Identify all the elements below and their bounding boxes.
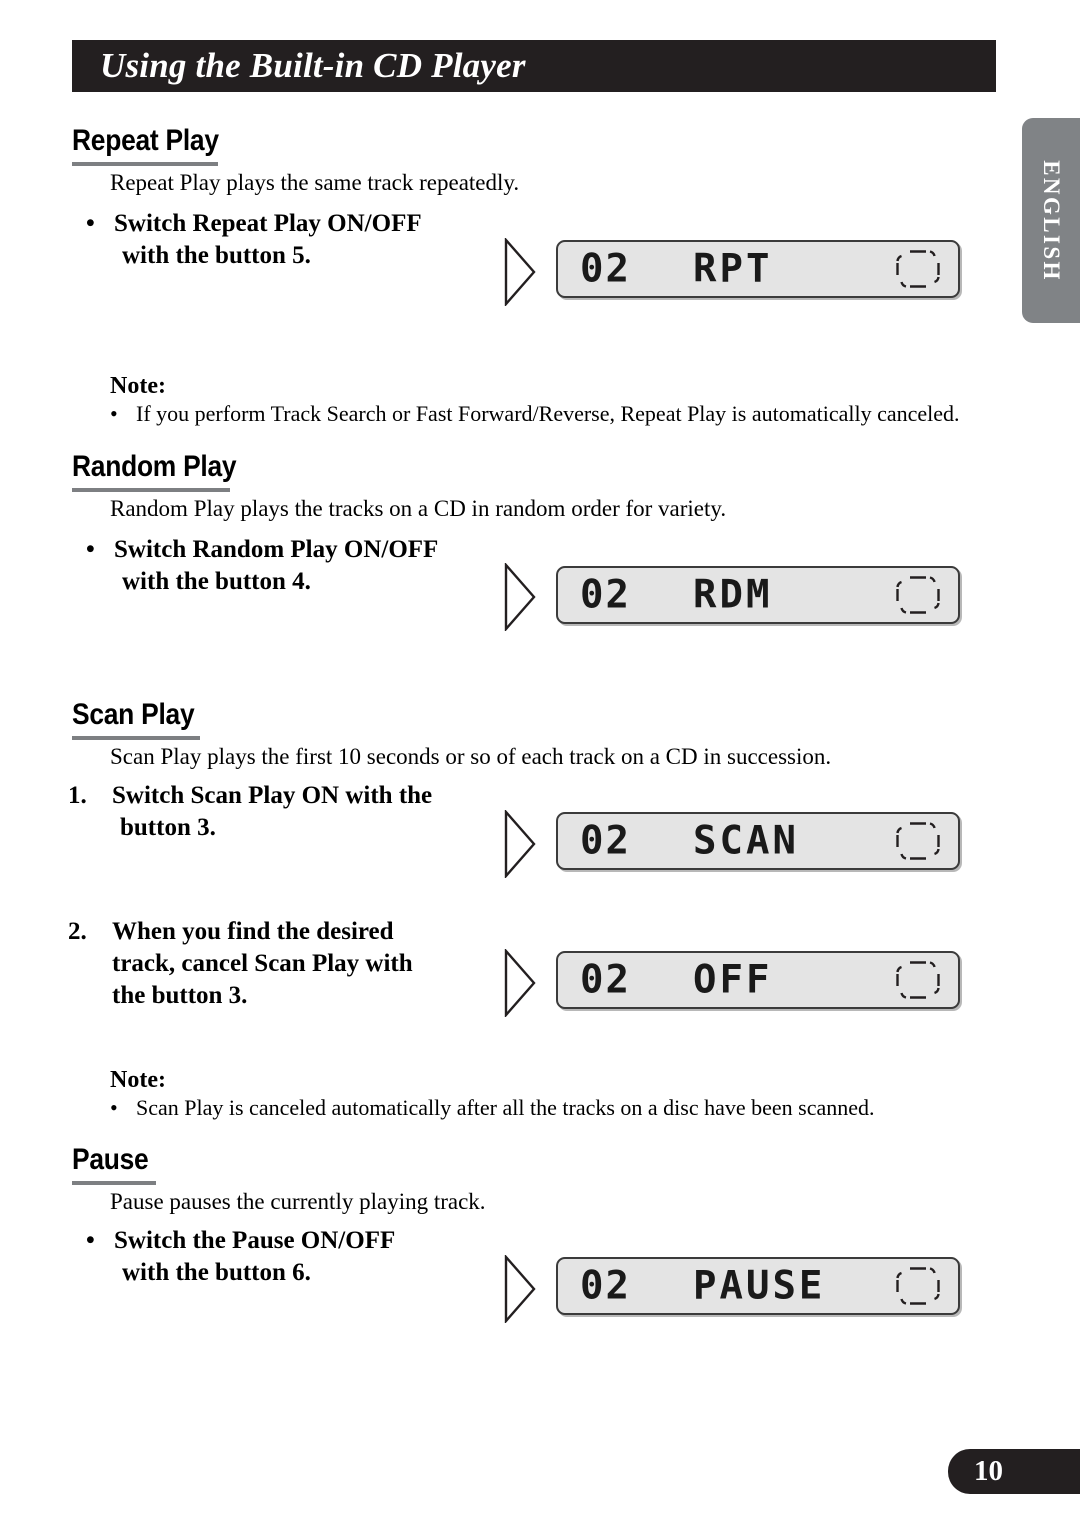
instruction-marker: • bbox=[86, 1227, 95, 1254]
note-item: • If you perform Track Search or Fast Fo… bbox=[110, 400, 960, 428]
page-number: 10 bbox=[974, 1455, 1003, 1487]
lcd-track-number: 02 bbox=[580, 572, 631, 618]
page-number-bar: 10 bbox=[948, 1449, 1080, 1494]
note-bullet-icon: • bbox=[110, 401, 118, 426]
instruction-line: with the button 4. bbox=[122, 568, 311, 595]
note-repeat-play: Note: • If you perform Track Search or F… bbox=[110, 372, 960, 428]
instruction-text: Switch the Pause ON/OFF with the button … bbox=[86, 1225, 506, 1289]
note-text: Scan Play is canceled automatically afte… bbox=[136, 1095, 875, 1120]
instruction-line: Switch Repeat Play ON/OFF bbox=[114, 210, 422, 237]
instruction-text: Switch Scan Play ON with the button 3. bbox=[68, 780, 528, 844]
instruction-marker: • bbox=[86, 210, 95, 237]
note-bullet-icon: • bbox=[110, 1095, 118, 1120]
section-heading: Pause bbox=[72, 1143, 149, 1176]
lcd-track-number: 02 bbox=[580, 818, 631, 864]
section-heading-rule bbox=[72, 736, 200, 740]
instruction-text: Switch Random Play ON/OFF with the butto… bbox=[86, 534, 526, 598]
arrow-icon bbox=[504, 810, 536, 878]
section-heading: Scan Play bbox=[72, 698, 195, 731]
lcd-mode-text: SCAN bbox=[693, 818, 799, 864]
disc-indicator-icon bbox=[896, 1267, 940, 1305]
section-description: Repeat Play plays the same track repeate… bbox=[110, 170, 520, 195]
instruction-random-play: • Switch Random Play ON/OFF with the but… bbox=[86, 534, 526, 598]
lcd-mode-text: OFF bbox=[693, 957, 773, 1003]
section-description: Scan Play plays the first 10 seconds or … bbox=[110, 744, 832, 769]
instruction-marker: 2. bbox=[68, 918, 87, 945]
instruction-text: Switch Repeat Play ON/OFF with the butto… bbox=[86, 208, 506, 272]
instruction-pause: • Switch the Pause ON/OFF with the butto… bbox=[86, 1225, 506, 1289]
lcd-track-number: 02 bbox=[580, 1263, 631, 1309]
instruction-repeat-play: • Switch Repeat Play ON/OFF with the but… bbox=[86, 208, 506, 272]
arrow-icon bbox=[504, 949, 536, 1017]
instruction-line: with the button 6. bbox=[122, 1259, 311, 1286]
section-description: Random Play plays the tracks on a CD in … bbox=[110, 496, 727, 521]
disc-indicator-icon bbox=[896, 250, 940, 288]
section-heading: Repeat Play bbox=[72, 124, 219, 157]
note-title: Note: bbox=[110, 373, 166, 399]
note-scan-play: Note: • Scan Play is canceled automatica… bbox=[110, 1066, 875, 1122]
arrow-icon bbox=[504, 238, 536, 306]
section-heading: Random Play bbox=[72, 450, 237, 483]
instruction-scan-play-step-2: 2. When you find the desired track, canc… bbox=[68, 916, 538, 1012]
lcd-display-scan: 02 SCAN bbox=[556, 812, 960, 870]
instruction-text: When you find the desired track, cancel … bbox=[68, 916, 538, 1012]
instruction-line: with the button 5. bbox=[122, 242, 311, 269]
lcd-track-number: 02 bbox=[580, 957, 631, 1003]
disc-indicator-icon bbox=[896, 822, 940, 860]
lcd-track-number: 02 bbox=[580, 246, 631, 292]
lcd-mode-text: RDM bbox=[693, 572, 773, 618]
instruction-marker: 1. bbox=[68, 782, 87, 809]
note-text: If you perform Track Search or Fast Forw… bbox=[136, 401, 960, 426]
arrow-icon bbox=[504, 1255, 536, 1323]
section-heading-rule bbox=[72, 162, 218, 166]
instruction-scan-play-step-1: 1. Switch Scan Play ON with the button 3… bbox=[68, 780, 528, 844]
disc-indicator-icon bbox=[896, 576, 940, 614]
instruction-line: the button 3. bbox=[112, 982, 248, 1009]
note-title: Note: bbox=[110, 1067, 166, 1093]
section-heading-rule bbox=[72, 488, 230, 492]
disc-indicator-icon bbox=[896, 961, 940, 999]
instruction-line: Switch Scan Play ON with the bbox=[112, 782, 433, 809]
arrow-icon bbox=[504, 563, 536, 631]
lcd-display-off: 02 OFF bbox=[556, 951, 960, 1009]
note-item: • Scan Play is canceled automatically af… bbox=[110, 1094, 875, 1122]
instruction-line: When you find the desired bbox=[112, 918, 394, 945]
lcd-mode-text: PAUSE bbox=[693, 1263, 826, 1309]
lcd-mode-text: RPT bbox=[693, 246, 773, 292]
lcd-display-rdm: 02 RDM bbox=[556, 566, 960, 624]
page-header-bar: Using the Built-in CD Player bbox=[72, 40, 996, 92]
lcd-display-pause: 02 PAUSE bbox=[556, 1257, 960, 1315]
instruction-marker: • bbox=[86, 536, 95, 563]
section-heading-rule bbox=[72, 1181, 156, 1185]
language-tab-label: ENGLISH bbox=[1039, 159, 1064, 282]
language-tab-english: ENGLISH bbox=[1022, 118, 1080, 323]
instruction-line: Switch the Pause ON/OFF bbox=[114, 1227, 396, 1254]
instruction-line: button 3. bbox=[120, 814, 216, 841]
section-description: Pause pauses the currently playing track… bbox=[110, 1189, 486, 1214]
lcd-display-rpt: 02 RPT bbox=[556, 240, 960, 298]
page-title: Using the Built-in CD Player bbox=[100, 46, 526, 85]
instruction-line: Switch Random Play ON/OFF bbox=[114, 536, 439, 563]
instruction-line: track, cancel Scan Play with bbox=[112, 950, 413, 977]
